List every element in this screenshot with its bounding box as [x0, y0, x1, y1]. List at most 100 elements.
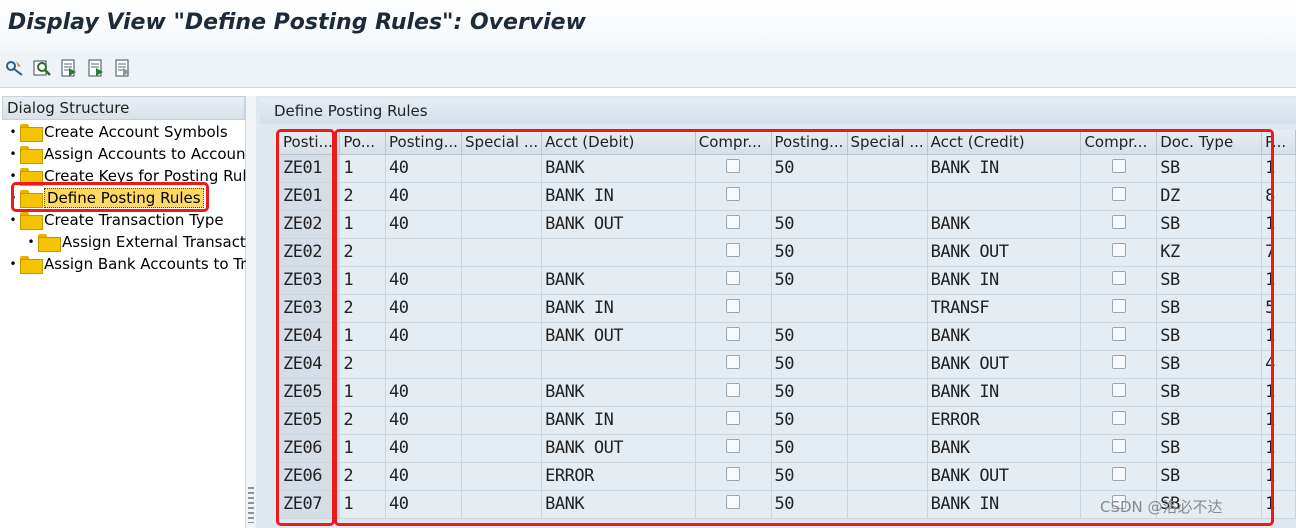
table-cell[interactable]: BANK IN: [927, 266, 1082, 295]
table-cell[interactable]: ZE01: [280, 182, 341, 211]
table-row[interactable]: ZE05 1 40 BANK 50 BANK IN SB 1: [280, 378, 1296, 407]
checkbox[interactable]: [726, 411, 741, 425]
table-cell[interactable]: 50: [771, 434, 848, 463]
table-cell[interactable]: [461, 182, 543, 211]
table-cell[interactable]: 50: [771, 490, 848, 519]
column-header[interactable]: Doc. Type: [1156, 130, 1263, 155]
checkbox[interactable]: [1111, 215, 1126, 229]
table-cell[interactable]: TRANSF: [927, 294, 1082, 323]
table-cell[interactable]: BANK IN: [541, 406, 696, 435]
table-cell[interactable]: 40: [385, 294, 463, 323]
compress-checkbox-cell[interactable]: [695, 462, 772, 491]
table-cell[interactable]: BANK OUT: [541, 210, 696, 239]
checkbox[interactable]: [726, 159, 741, 173]
table-row[interactable]: ZE02 2 50 BANK OUT KZ 7: [280, 238, 1296, 267]
checkbox[interactable]: [726, 467, 741, 481]
checkbox[interactable]: [726, 271, 741, 285]
table-cell[interactable]: [385, 350, 463, 379]
table-cell[interactable]: [461, 322, 543, 351]
checkbox[interactable]: [1111, 271, 1126, 285]
table-cell[interactable]: [771, 182, 848, 211]
table-cell[interactable]: KZ: [1156, 238, 1263, 267]
compress-checkbox-cell[interactable]: [695, 238, 772, 267]
compress-checkbox-cell[interactable]: [695, 294, 772, 323]
table-cell[interactable]: BANK OUT: [927, 350, 1082, 379]
table-cell[interactable]: BANK: [541, 378, 696, 407]
table-cell[interactable]: [461, 154, 543, 183]
compress-checkbox-cell[interactable]: [1080, 294, 1158, 323]
compress-checkbox-cell[interactable]: [695, 210, 772, 239]
column-header[interactable]: Posting...: [385, 130, 463, 155]
table-cell[interactable]: [847, 294, 928, 323]
table-cell[interactable]: 2: [339, 182, 387, 211]
table-cell[interactable]: [461, 406, 543, 435]
table-cell[interactable]: 40: [385, 406, 463, 435]
table-cell[interactable]: ERROR: [927, 406, 1082, 435]
column-header[interactable]: P...: [1261, 130, 1296, 155]
table-cell[interactable]: BANK: [927, 210, 1082, 239]
compress-checkbox-cell[interactable]: [695, 154, 772, 183]
table-cell[interactable]: SB: [1156, 462, 1263, 491]
table-cell[interactable]: [847, 462, 928, 491]
compress-checkbox-cell[interactable]: [695, 266, 772, 295]
table-cell[interactable]: 40: [385, 210, 463, 239]
table-cell[interactable]: BANK: [541, 490, 696, 519]
table-cell[interactable]: ZE04: [280, 322, 341, 351]
table-cell[interactable]: [847, 182, 928, 211]
tree-item-create-account-symbols[interactable]: • Create Account Symbols: [6, 121, 228, 143]
change-display-button[interactable]: [4, 57, 26, 79]
compress-checkbox-cell[interactable]: [1080, 182, 1158, 211]
table-cell[interactable]: 1: [339, 490, 387, 519]
table-cell[interactable]: 2: [339, 406, 387, 435]
table-cell[interactable]: [461, 210, 543, 239]
table-cell[interactable]: BANK IN: [927, 378, 1082, 407]
table-cell[interactable]: ZE02: [280, 238, 341, 267]
table-cell[interactable]: 4: [1261, 350, 1296, 379]
table-cell[interactable]: [847, 378, 928, 407]
table-cell[interactable]: 40: [385, 182, 463, 211]
checkbox[interactable]: [1111, 299, 1126, 313]
table-cell[interactable]: SB: [1156, 322, 1263, 351]
table-cell[interactable]: [385, 238, 463, 267]
table-cell[interactable]: 8: [1261, 182, 1296, 211]
checkbox[interactable]: [1111, 243, 1126, 257]
tree-item-assign-accounts[interactable]: • Assign Accounts to Account: [6, 143, 251, 165]
table-cell[interactable]: [847, 434, 928, 463]
checkbox[interactable]: [1111, 159, 1126, 173]
table-cell[interactable]: [541, 238, 696, 267]
table-row[interactable]: ZE01 2 40 BANK IN DZ 8: [280, 182, 1296, 211]
tree-item-create-keys[interactable]: • Create Keys for Posting Rule: [6, 165, 256, 187]
column-header[interactable]: Compr...: [695, 130, 772, 155]
column-header[interactable]: Po...: [339, 130, 387, 155]
table-cell[interactable]: 50: [771, 378, 848, 407]
table-cell[interactable]: BANK IN: [541, 182, 696, 211]
tree-item-define-posting-rules[interactable]: • Define Posting Rules: [6, 187, 204, 209]
compress-checkbox-cell[interactable]: [695, 350, 772, 379]
table-cell[interactable]: ZE03: [280, 294, 341, 323]
table-row[interactable]: ZE03 2 40 BANK IN TRANSF SB 5: [280, 294, 1296, 323]
compress-checkbox-cell[interactable]: [1080, 154, 1158, 183]
find-button[interactable]: [31, 57, 53, 79]
table-row[interactable]: ZE05 2 40 BANK IN 50 ERROR SB 1: [280, 406, 1296, 435]
compress-checkbox-cell[interactable]: [1080, 350, 1158, 379]
table-cell[interactable]: 1: [339, 210, 387, 239]
compress-checkbox-cell[interactable]: [1080, 434, 1158, 463]
table-cell[interactable]: 50: [771, 322, 848, 351]
table-cell[interactable]: [847, 322, 928, 351]
checkbox[interactable]: [1111, 187, 1126, 201]
table-cell[interactable]: SB: [1156, 434, 1263, 463]
compress-checkbox-cell[interactable]: [1080, 210, 1158, 239]
checkbox[interactable]: [726, 495, 741, 509]
table-cell[interactable]: 50: [771, 266, 848, 295]
compress-checkbox-cell[interactable]: [1080, 238, 1158, 267]
table-cell[interactable]: BANK IN: [927, 154, 1082, 183]
deselect-all-button[interactable]: [112, 57, 134, 79]
table-cell[interactable]: 40: [385, 490, 463, 519]
table-cell[interactable]: SB: [1156, 154, 1263, 183]
compress-checkbox-cell[interactable]: [1080, 406, 1158, 435]
checkbox[interactable]: [1111, 467, 1126, 481]
table-cell[interactable]: BANK IN: [541, 294, 696, 323]
table-cell[interactable]: [847, 350, 928, 379]
table-cell[interactable]: [461, 490, 543, 519]
table-row[interactable]: ZE04 1 40 BANK OUT 50 BANK SB 1: [280, 322, 1296, 351]
